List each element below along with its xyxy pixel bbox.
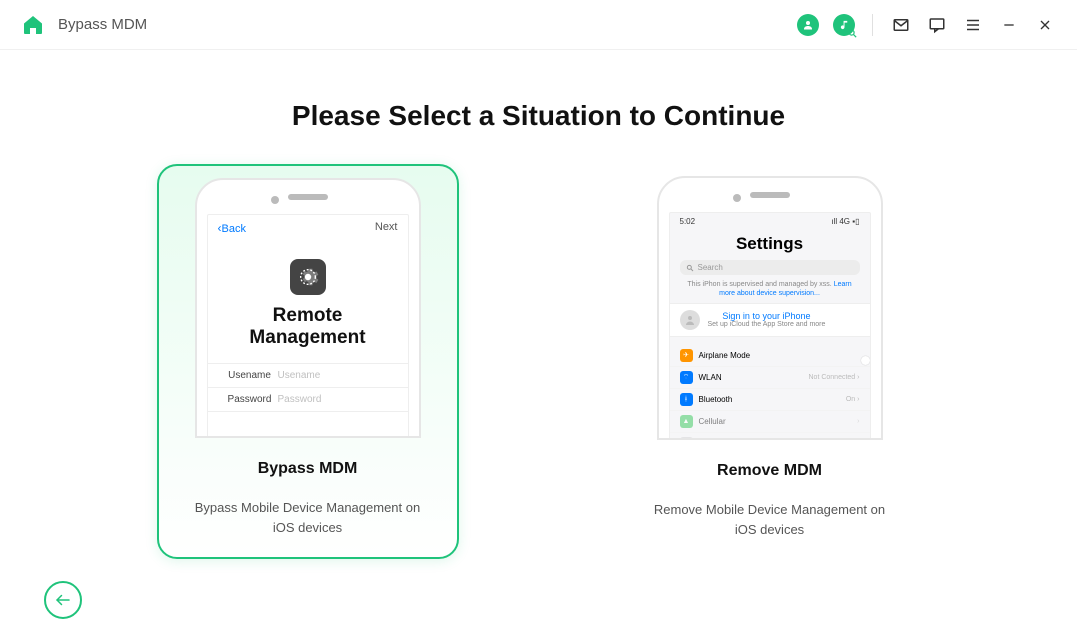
option-bypass-desc: Bypass Mobile Device Management on iOS d… (171, 498, 445, 537)
phone-mock-bypass: ‹Back Next RemoteManagement Usename Usen… (195, 178, 421, 438)
wifi-icon: ⌔ (680, 371, 693, 384)
phone-camera-dot (271, 196, 279, 204)
signin-row: Sign in to your iPhone Set up iCloud the… (670, 303, 870, 337)
row-wlan: ⌔ WLAN Not Connected › (670, 367, 870, 389)
supervision-notice: This iPhon is supervised and managed by … (670, 281, 870, 303)
settings-list: ✈ Airplane Mode ⌔ WLAN Not Connected › ᚼ… (670, 345, 870, 441)
settings-search: Search (680, 260, 860, 275)
page-heading: Please Select a Situation to Continue (0, 100, 1077, 132)
option-remove-title: Remove MDM (717, 462, 822, 480)
faded-icon (680, 437, 693, 441)
status-signal: ıll 4G ▪▯ (831, 217, 859, 226)
close-button[interactable] (1033, 13, 1057, 37)
option-bypass-mdm[interactable]: ‹Back Next RemoteManagement Usename Usen… (157, 164, 459, 559)
divider (872, 14, 873, 36)
account-icon[interactable] (796, 13, 820, 37)
home-icon[interactable] (20, 12, 46, 38)
back-button[interactable] (44, 581, 82, 619)
row-airplane: ✈ Airplane Mode (670, 345, 870, 367)
nav-next-label: Next (375, 221, 398, 235)
row-bluetooth: ᚼ Bluetooth On › (670, 389, 870, 411)
phone-screen-settings: 5:02 ıll 4G ▪▯ Settings Search This iPho… (669, 212, 871, 440)
password-field: Password Password (208, 387, 408, 412)
phone-mock-remove: 5:02 ıll 4G ▪▯ Settings Search This iPho… (657, 176, 883, 440)
minimize-button[interactable] (997, 13, 1021, 37)
page-title: Bypass MDM (58, 16, 147, 33)
username-field: Usename Usename (208, 363, 408, 387)
option-bypass-title: Bypass MDM (258, 460, 358, 478)
status-time: 5:02 (680, 217, 696, 226)
row-faded (670, 433, 870, 441)
phone-speaker (288, 194, 328, 200)
option-remove-desc: Remove Mobile Device Management on iOS d… (631, 500, 909, 539)
remote-management-title: RemoteManagement (208, 305, 408, 349)
feedback-icon[interactable] (925, 13, 949, 37)
settings-heading: Settings (670, 228, 870, 260)
airplane-icon: ✈ (680, 349, 693, 362)
main-content: Please Select a Situation to Continue ‹B… (0, 50, 1077, 639)
phone-screen-remote-management: ‹Back Next RemoteManagement Usename Usen… (207, 214, 409, 438)
avatar-icon (680, 310, 700, 330)
title-bar: Bypass MDM (0, 0, 1077, 50)
bluetooth-icon: ᚼ (680, 393, 693, 406)
gear-icon (290, 259, 326, 295)
option-remove-mdm[interactable]: 5:02 ıll 4G ▪▯ Settings Search This iPho… (619, 164, 921, 559)
row-cellular: ▲ Cellular › (670, 411, 870, 433)
menu-icon[interactable] (961, 13, 985, 37)
phone-camera-dot (733, 194, 741, 202)
phone-speaker (750, 192, 790, 198)
nav-back-label: ‹Back (218, 221, 246, 235)
music-icon[interactable] (832, 13, 856, 37)
mail-icon[interactable] (889, 13, 913, 37)
cellular-icon: ▲ (680, 415, 693, 428)
cards-row: ‹Back Next RemoteManagement Usename Usen… (0, 164, 1077, 559)
window-controls-group (796, 13, 1057, 37)
